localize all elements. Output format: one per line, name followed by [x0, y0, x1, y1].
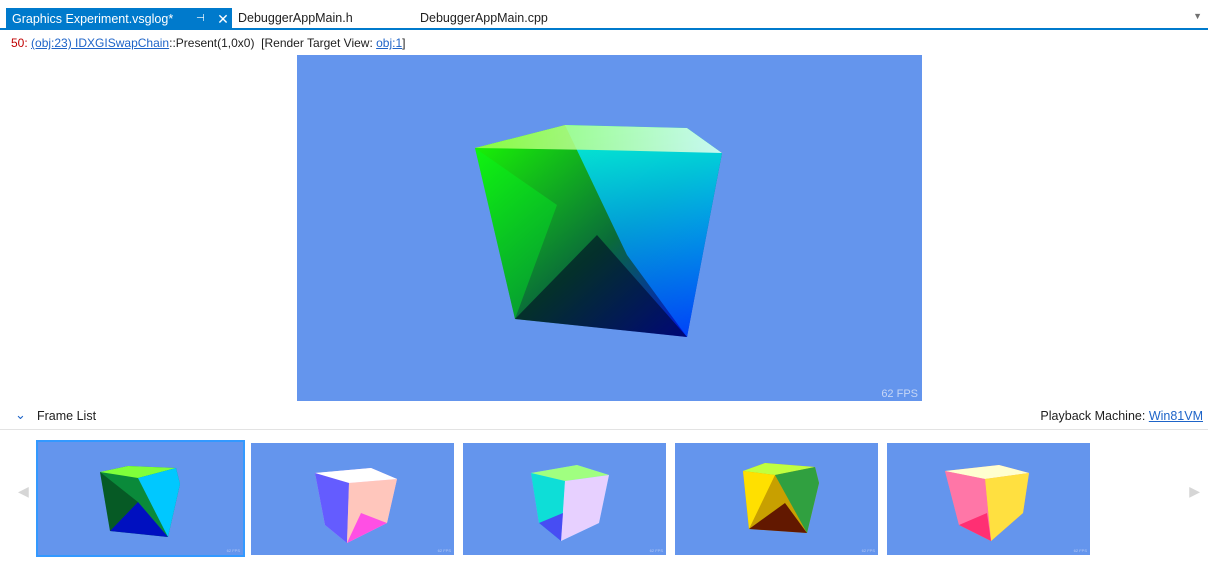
thumbnail-cube: [945, 465, 1029, 541]
rtv-suffix: ]: [402, 36, 406, 50]
frame-thumbnail-strip: ◀ 62 FPS 62 FPS 62 FPS 62 FPS 62 FPS ▶: [0, 435, 1208, 561]
frame-list-header: ⌄ Frame List Playback Machine: Win81VM: [0, 405, 1208, 430]
frame-thumbnail-3[interactable]: 62 FPS: [463, 443, 666, 555]
rtv-object-link[interactable]: obj:1: [376, 36, 402, 50]
pin-icon[interactable]: ⊣: [196, 8, 205, 30]
thumbnail-cube: [531, 465, 609, 541]
thumbnail-fps: 62 FPS: [437, 548, 451, 553]
frame-thumbnail-2[interactable]: 62 FPS: [251, 443, 454, 555]
close-icon[interactable]: ✕: [216, 8, 230, 30]
event-number: 50:: [11, 36, 28, 50]
thumbnail-fps: 62 FPS: [861, 548, 875, 553]
playback-machine: Playback Machine: Win81VM: [1040, 409, 1203, 423]
frame-thumbnail-4[interactable]: 62 FPS: [675, 443, 878, 555]
document-tab-strip: Graphics Experiment.vsglog* ⊣ ✕ Debugger…: [0, 0, 1208, 30]
chevron-down-icon[interactable]: ⌄: [15, 407, 26, 423]
render-target-viewport[interactable]: 62 FPS: [297, 55, 922, 401]
thumbnail-fps: 62 FPS: [226, 548, 240, 553]
playback-label: Playback Machine:: [1040, 409, 1149, 423]
tab-debuggerappmain-cpp[interactable]: DebuggerAppMain.cpp: [420, 7, 548, 29]
playback-machine-link[interactable]: Win81VM: [1149, 409, 1203, 423]
frame-thumbnail-1[interactable]: 62 FPS: [36, 440, 245, 557]
chevron-down-icon[interactable]: ▼: [1193, 11, 1202, 21]
tab-label: Graphics Experiment.vsglog*: [12, 12, 174, 26]
chevron-left-icon[interactable]: ◀: [18, 483, 29, 500]
present-call: ::Present(1,0x0): [169, 36, 255, 50]
thumbnail-cube: [743, 463, 819, 533]
frame-thumbnail-5[interactable]: 62 FPS: [887, 443, 1090, 555]
chevron-right-icon[interactable]: ▶: [1189, 483, 1200, 500]
event-header: 50: (obj:23) IDXGISwapChain::Present(1,0…: [11, 35, 406, 51]
viewport-fps-counter: 62 FPS: [881, 388, 918, 400]
frame-list-label[interactable]: Frame List: [37, 409, 96, 423]
rendered-cube: [475, 125, 722, 337]
thumbnail-fps: 62 FPS: [649, 548, 663, 553]
tab-graphics-experiment[interactable]: Graphics Experiment.vsglog* ⊣ ✕: [6, 8, 232, 30]
thumbnail-fps: 62 FPS: [1073, 548, 1087, 553]
tab-debuggerappmain-h[interactable]: DebuggerAppMain.h: [238, 7, 353, 29]
thumbnail-cube: [100, 466, 180, 537]
thumbnail-cube: [315, 468, 397, 543]
rtv-prefix: [Render Target View:: [261, 36, 377, 50]
swapchain-object-link[interactable]: (obj:23) IDXGISwapChain: [31, 36, 169, 50]
